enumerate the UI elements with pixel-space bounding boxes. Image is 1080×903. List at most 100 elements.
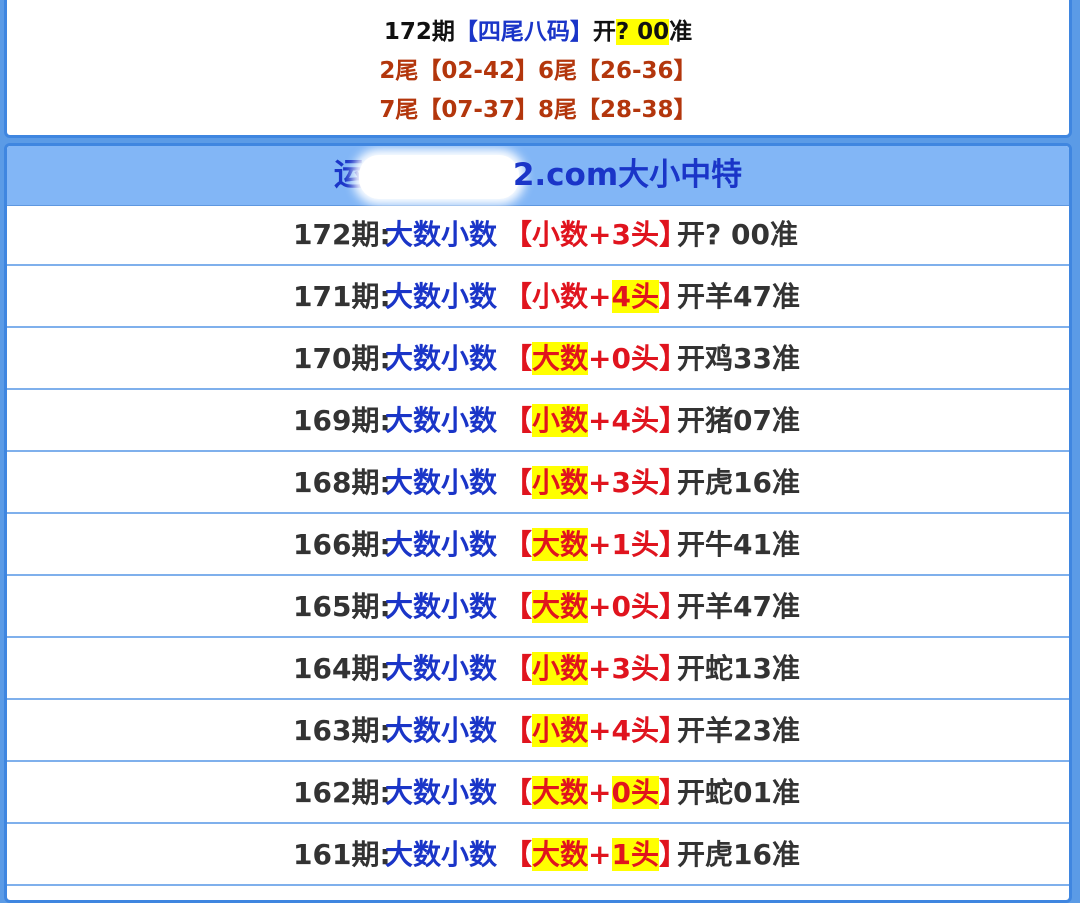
issue-number: 168期: <box>293 466 391 499</box>
open-label: 开 <box>677 776 706 809</box>
prediction-word: 大数 <box>532 528 589 561</box>
category-label: 大数小数 <box>385 776 498 809</box>
open-label: 开 <box>677 280 706 313</box>
table-row: 163期: 大数小数 【小数+4头】 开羊23准 <box>7 701 1069 762</box>
bracket-open: 【 <box>504 218 533 251</box>
category-label: 大数小数 <box>385 714 498 747</box>
accurate-label: 准 <box>771 280 800 313</box>
prediction-word: 大数 <box>532 590 589 623</box>
head-digit: 0 <box>611 590 631 623</box>
issue-number: 163期: <box>293 714 391 747</box>
issue-number: 164期: <box>293 652 391 685</box>
open-label: 开 <box>677 466 706 499</box>
head-label: 头 <box>630 218 659 251</box>
open-label: 开 <box>677 342 706 375</box>
category-label: 大数小数 <box>385 838 498 871</box>
prediction: 【小数+4头】 <box>504 701 687 761</box>
category-label: 大数小数 <box>385 218 498 251</box>
head-digit: 3 <box>611 652 631 685</box>
table-row: 164期: 大数小数 【小数+3头】 开蛇13准 <box>7 639 1069 700</box>
table-row: 168期: 大数小数 【小数+3头】 开虎16准 <box>7 453 1069 514</box>
plus-sign: + <box>588 590 612 623</box>
open-label: 开 <box>677 404 706 437</box>
bracket-open: 【 <box>504 404 533 437</box>
prediction-word: 小数 <box>532 714 589 747</box>
prediction-word: 大数 <box>532 776 589 809</box>
open-result: 开蛇01准 <box>677 763 800 823</box>
plus-sign: + <box>588 280 612 313</box>
head-digit: 3 <box>611 218 631 251</box>
prediction: 【大数+1头】 <box>504 515 687 575</box>
accurate-label: 准 <box>771 590 800 623</box>
prediction: 【小数+4头】 <box>504 267 687 327</box>
open-result: 开蛇13准 <box>677 639 800 699</box>
section-header: 运 2.com大小中特 <box>7 146 1069 206</box>
open-label: 开 <box>592 19 616 45</box>
open-result: 开虎16准 <box>677 825 800 885</box>
head-label: 头 <box>630 280 659 313</box>
accurate-label: 准 <box>669 19 693 45</box>
open-label: 开 <box>677 590 706 623</box>
plus-sign: + <box>588 776 612 809</box>
open-result: 开牛41准 <box>677 515 800 575</box>
issue-number: 166期: <box>293 528 391 561</box>
head-label: 头 <box>630 466 659 499</box>
result-value: 鸡33 <box>705 342 772 375</box>
open-result: 开虎16准 <box>677 453 800 513</box>
accurate-label: 准 <box>771 652 800 685</box>
head-digit: 4 <box>611 280 631 313</box>
open-result: ? 00 <box>615 19 670 45</box>
category-label: 大数小数 <box>385 652 498 685</box>
prediction-word: 大数 <box>532 342 589 375</box>
accurate-label: 准 <box>769 218 798 251</box>
plus-sign: + <box>588 218 612 251</box>
accurate-label: 准 <box>771 342 800 375</box>
head-label: 头 <box>630 838 659 871</box>
prediction-word: 小数 <box>532 652 589 685</box>
head-label: 头 <box>630 342 659 375</box>
result-value: 羊23 <box>705 714 772 747</box>
bracket-open: 【 <box>504 714 533 747</box>
issue-number: 172期 <box>383 19 455 45</box>
table-row: 161期: 大数小数 【大数+1头】 开虎16准 <box>7 825 1069 886</box>
result-value: 羊47 <box>705 280 772 313</box>
result-value: ? 00 <box>705 218 770 251</box>
head-label: 头 <box>630 776 659 809</box>
open-label: 开 <box>677 652 706 685</box>
open-label: 开 <box>677 218 706 251</box>
issue-number: 162期: <box>293 776 391 809</box>
plus-sign: + <box>588 528 612 561</box>
open-label: 开 <box>677 528 706 561</box>
bracket-open: 【 <box>504 466 533 499</box>
open-result: 开猪07准 <box>677 391 800 451</box>
prediction-word: 小数 <box>532 466 589 499</box>
head-digit: 4 <box>611 714 631 747</box>
open-result: 开羊47准 <box>677 577 800 637</box>
blurred-redaction <box>358 154 519 199</box>
head-digit: 1 <box>611 838 631 871</box>
four-tail-label: 【四尾八码】 <box>454 19 593 45</box>
bracket-open: 【 <box>504 590 533 623</box>
bracket-open: 【 <box>504 528 533 561</box>
open-result: 开鸡33准 <box>677 329 800 389</box>
issue-number: 170期: <box>293 342 391 375</box>
head-label: 头 <box>630 404 659 437</box>
prediction: 【大数+1头】 <box>504 825 687 885</box>
top-panel: 172期【四尾八码】开? 00准 2尾【02-42】6尾【26-36】 7尾【0… <box>4 0 1072 138</box>
prediction-word: 小数 <box>532 218 589 251</box>
prediction: 【小数+3头】 <box>504 453 687 513</box>
plus-sign: + <box>588 714 612 747</box>
result-value: 蛇13 <box>705 652 772 685</box>
head-digit: 0 <box>611 776 631 809</box>
category-label: 大数小数 <box>385 280 498 313</box>
four-tail-header-line: 172期【四尾八码】开? 00准 <box>7 17 1069 47</box>
category-label: 大数小数 <box>385 342 498 375</box>
accurate-label: 准 <box>771 776 800 809</box>
issue-number: 161期: <box>293 838 391 871</box>
prediction: 【小数+4头】 <box>504 391 687 451</box>
accurate-label: 准 <box>771 714 800 747</box>
plus-sign: + <box>588 466 612 499</box>
accurate-label: 准 <box>771 466 800 499</box>
result-value: 羊47 <box>705 590 772 623</box>
open-result: 开? 00准 <box>677 205 798 265</box>
